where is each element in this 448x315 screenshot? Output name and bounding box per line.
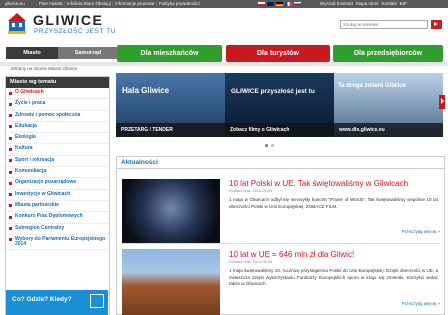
bullet-icon bbox=[9, 147, 12, 151]
flag-fr-icon[interactable] bbox=[285, 2, 292, 6]
news-title[interactable]: 10 lat Polski w UE. Tak świętowaliśmy w … bbox=[229, 179, 408, 188]
banner-carousel: Hala Gliwice PRZETARG / TENDER GLIWICE p… bbox=[116, 73, 445, 143]
tab-miasto[interactable]: Miasto bbox=[6, 47, 58, 59]
carousel-dot[interactable] bbox=[271, 144, 274, 147]
bullet-icon bbox=[9, 114, 12, 118]
welcome-text: Witamy na stronie Miasta Gliwice bbox=[11, 66, 78, 71]
contrast-link[interactable]: Wyszuk kontrast bbox=[320, 1, 353, 6]
flag-ru-icon[interactable] bbox=[294, 2, 301, 6]
sidebar-item-miasta-partnerskie[interactable]: Miasta partnerskie bbox=[6, 201, 109, 213]
sidebar-header: Miasto wg tematu bbox=[6, 77, 109, 88]
top-link-plan[interactable]: Plan miasta bbox=[39, 1, 65, 6]
bullet-icon bbox=[9, 136, 12, 140]
bip-link[interactable]: BIP bbox=[400, 1, 407, 6]
search-button[interactable] bbox=[431, 20, 442, 29]
read-more-link[interactable]: Przeczytaj więcej » bbox=[402, 301, 440, 306]
top-link-press[interactable]: Informacje prasowe bbox=[115, 1, 157, 6]
utility-links: Wyszuk kontrast Mapa stron Kontakt BIP bbox=[320, 1, 407, 6]
banner-caption: www.dts.gliwice.eu bbox=[334, 123, 443, 137]
bullet-icon bbox=[9, 181, 12, 185]
bullet-icon bbox=[9, 227, 12, 231]
bullet-icon bbox=[9, 159, 12, 163]
contact-link[interactable]: Kontakt bbox=[381, 1, 396, 6]
sitemap-link[interactable]: Mapa stron bbox=[356, 1, 379, 6]
news-divider bbox=[122, 243, 440, 244]
news-section: Aktualności 10 lat Polski w UE. Tak świę… bbox=[116, 156, 445, 315]
sidebar-item-kultura[interactable]: Kultura bbox=[6, 144, 109, 156]
category-residents-button[interactable]: Dla mieszkańców bbox=[117, 45, 222, 62]
news-body: 1 maja w Gliwicach odbył się niezwykły k… bbox=[229, 197, 438, 209]
sidebar-item-ekologia[interactable]: Ekologia bbox=[6, 133, 109, 145]
sidebar-item-edukacja[interactable]: Edukacja bbox=[6, 122, 109, 134]
category-business-button[interactable]: Dla przedsiębiorców bbox=[333, 45, 443, 62]
flag-de-icon[interactable] bbox=[276, 2, 283, 6]
flag-en-icon[interactable] bbox=[267, 2, 274, 6]
sidebar-item-sport[interactable]: Sport i rekreacja bbox=[6, 156, 109, 168]
news-date: Dodano dnia: 2014-05-05 bbox=[229, 260, 273, 264]
carousel-dots bbox=[265, 144, 274, 147]
carousel-next-button[interactable] bbox=[439, 95, 445, 109]
top-link-infolinia[interactable]: Infolinia Biuro Obsługi bbox=[67, 1, 113, 6]
news-image[interactable] bbox=[122, 179, 220, 244]
calendar-icon bbox=[90, 294, 104, 308]
news-header: Aktualności bbox=[117, 157, 444, 169]
banner-films[interactable]: GLIWICE przyszłość jest tu Zobacz filmy … bbox=[225, 73, 334, 137]
sidebar-item-wybory[interactable]: Wybory do Parlamentu Europejskiego 2014 bbox=[6, 235, 109, 250]
site-name[interactable]: gliwice.eu bbox=[5, 1, 25, 6]
sidebar-item-zycie[interactable]: Życie i praca bbox=[6, 99, 109, 111]
read-more-link[interactable]: Przeczytaj więcej » bbox=[402, 229, 440, 234]
news-title[interactable]: 10 lat w UE = 646 mln zł dla Gliwic! bbox=[229, 250, 354, 259]
bullet-icon bbox=[9, 204, 12, 208]
sidebar-item-inwestycje[interactable]: Inwestycje w Gliwicach bbox=[6, 190, 109, 201]
sidebar-item-o-gliwicach[interactable]: O Gliwicach bbox=[6, 88, 109, 100]
bullet-icon bbox=[9, 193, 12, 197]
news-body: 1 maja świętowaliśmy 10. rocznicę przyst… bbox=[229, 268, 438, 287]
sidebar-item-komunikacja[interactable]: Komunikacja bbox=[6, 167, 109, 179]
banner-caption: Zobacz filmy o Gliwicach bbox=[225, 123, 334, 137]
banner-title: Hala Gliwice bbox=[122, 86, 170, 95]
banner-title: GLIWICE przyszłość jest tu bbox=[231, 88, 315, 95]
top-bar: gliwice.eu Plan miasta Infolinia Biuro O… bbox=[0, 0, 448, 8]
bullet-icon bbox=[9, 91, 12, 95]
search-input[interactable] bbox=[340, 20, 428, 29]
banner-dts[interactable]: Ta droga zmieni Gliwice www.dts.gliwice.… bbox=[334, 73, 443, 137]
carousel-dot[interactable] bbox=[265, 144, 268, 147]
banner-hala[interactable]: Hala Gliwice PRZETARG / TENDER bbox=[116, 73, 225, 137]
banner-title: Ta droga zmieni Gliwice bbox=[338, 83, 406, 89]
top-links: Plan miasta Infolinia Biuro Obsługi Info… bbox=[39, 1, 200, 6]
top-link-privacy[interactable]: Polityka prywatności bbox=[159, 1, 200, 6]
tab-samorzad[interactable]: Samorząd bbox=[58, 47, 118, 59]
sidebar-item-zdrowie[interactable]: Zdrowie i pomoc społeczna bbox=[6, 111, 109, 122]
sidebar: Miasto wg tematu O Gliwicach Życie i pra… bbox=[5, 76, 110, 315]
bullet-icon bbox=[9, 125, 12, 129]
bullet-icon bbox=[9, 170, 12, 174]
promo-text: Co? Gdzie? Kiedy? bbox=[12, 296, 72, 303]
news-image[interactable] bbox=[122, 249, 220, 315]
brand-tagline: PRZYSZŁOŚĆ JEST TU bbox=[34, 28, 117, 35]
sidebar-item-konkurs[interactable]: Konkurs Prac Dyplomowych bbox=[6, 212, 109, 224]
news-date: Dodano dnia: 2014-05-05 bbox=[229, 189, 273, 193]
bullet-icon bbox=[9, 102, 12, 106]
events-promo-banner[interactable]: Co? Gdzie? Kiedy? bbox=[6, 290, 108, 315]
gliwice-logo-icon[interactable] bbox=[6, 11, 28, 37]
main-tabs: Miasto Samorząd bbox=[6, 47, 118, 59]
category-tourists-button[interactable]: Dla turystów bbox=[226, 45, 330, 62]
sidebar-item-organizacje[interactable]: Organizacje pozarządowe bbox=[6, 178, 109, 190]
sidebar-item-subregion[interactable]: Subregion Centralny bbox=[6, 224, 109, 235]
bullet-icon bbox=[9, 238, 12, 242]
language-flags bbox=[258, 2, 301, 6]
banner-caption: PRZETARG / TENDER bbox=[116, 123, 225, 137]
brand-name[interactable]: GLIWICE bbox=[33, 12, 103, 28]
flag-pl-icon[interactable] bbox=[258, 2, 265, 6]
bullet-icon bbox=[9, 215, 12, 219]
